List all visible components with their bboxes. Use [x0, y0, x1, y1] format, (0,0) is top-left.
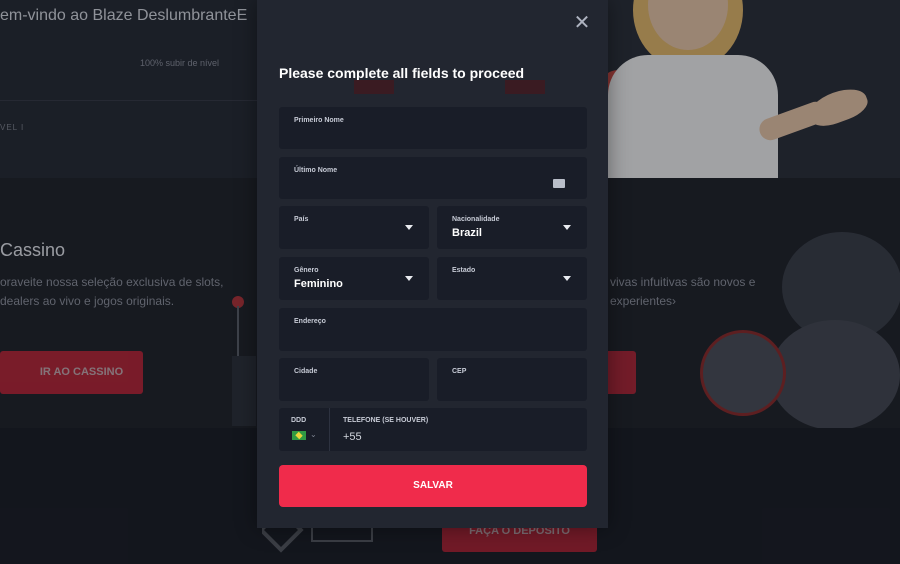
- nationality-label: Nacionalidade: [452, 216, 500, 223]
- first-name-field[interactable]: Primeiro Nome: [279, 107, 587, 149]
- chevron-down-icon: [405, 225, 413, 230]
- phone-group: DDD ⌄ TELEFONE (SE HOUVER) +55: [279, 408, 587, 451]
- save-button[interactable]: SALVAR: [279, 465, 587, 507]
- complete-profile-modal: ✕ Please complete all fields to proceed …: [257, 0, 608, 528]
- redaction-mark: [354, 80, 394, 94]
- ddd-label: DDD: [291, 417, 307, 424]
- chevron-down-icon: [563, 225, 571, 230]
- chevron-down-icon: ⌄: [310, 430, 317, 439]
- state-select[interactable]: Estado: [437, 257, 587, 300]
- ddd-country-select[interactable]: DDD ⌄: [279, 408, 330, 451]
- modal-title: Please complete all fields to proceed: [279, 65, 525, 81]
- city-field[interactable]: Cidade: [279, 358, 429, 401]
- country-label: País: [294, 216, 309, 223]
- address-field[interactable]: Endereço: [279, 308, 587, 351]
- nationality-value: Brazil: [452, 227, 482, 239]
- phone-input[interactable]: +55: [343, 431, 362, 443]
- autofill-icon[interactable]: [553, 179, 565, 188]
- nationality-select[interactable]: Nacionalidade Brazil: [437, 206, 587, 249]
- gender-label: Gênero: [294, 267, 319, 274]
- gender-select[interactable]: Gênero Feminino: [279, 257, 429, 300]
- address-label: Endereço: [294, 318, 326, 325]
- chevron-down-icon: [563, 276, 571, 281]
- cep-label: CEP: [452, 368, 467, 375]
- state-label: Estado: [452, 267, 476, 274]
- phone-label: TELEFONE (SE HOUVER): [343, 417, 429, 424]
- chevron-down-icon: [405, 276, 413, 281]
- last-name-label: Último Nome: [294, 167, 338, 174]
- first-name-label: Primeiro Nome: [294, 117, 344, 124]
- city-label: Cidade: [294, 368, 318, 375]
- gender-value: Feminino: [294, 278, 343, 290]
- redaction-mark: [505, 80, 545, 94]
- country-select[interactable]: País: [279, 206, 429, 249]
- brazil-flag-icon: [292, 431, 306, 440]
- close-icon[interactable]: ✕: [573, 13, 591, 33]
- last-name-field[interactable]: Último Nome: [279, 157, 587, 199]
- cep-field[interactable]: CEP: [437, 358, 587, 401]
